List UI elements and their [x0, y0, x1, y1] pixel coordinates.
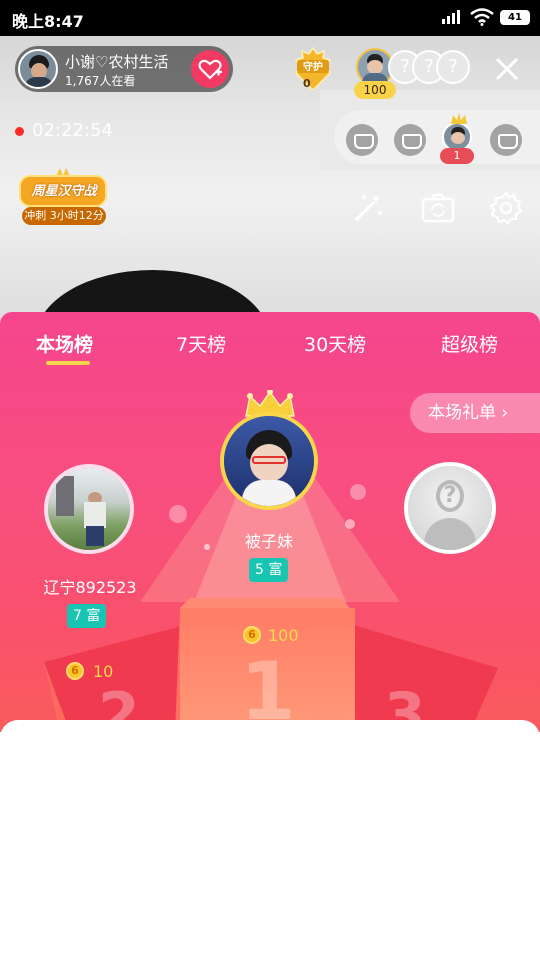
- rank-1-avatar[interactable]: [220, 412, 318, 510]
- weekly-title: 周星汉守战: [31, 184, 97, 199]
- close-icon: [495, 57, 519, 81]
- live-indicator-dot: [15, 127, 24, 136]
- guard-badge-icon[interactable]: 守护: [290, 46, 336, 92]
- battery-icon: 41: [500, 10, 530, 25]
- settings-gear-icon[interactable]: [488, 190, 524, 226]
- rank-1-coins: 100: [268, 626, 299, 645]
- host-card[interactable]: 小谢♡农村生活 1,767人在看: [15, 46, 233, 92]
- unknown-user-icon: ?: [436, 480, 464, 512]
- host-avatar[interactable]: [18, 49, 58, 89]
- follow-button[interactable]: [191, 50, 229, 88]
- tab-7-days[interactable]: 7天榜: [176, 330, 226, 357]
- sofa-seat-icon[interactable]: [490, 124, 522, 156]
- status-time: 晚上8:47: [12, 12, 84, 31]
- rank-1-rich-badge: 5 富: [249, 558, 289, 582]
- rank-3-avatar[interactable]: ?: [404, 462, 496, 554]
- coin-icon: 6: [66, 662, 84, 680]
- gift-list-button[interactable]: 本场礼单 ›: [410, 393, 540, 433]
- status-bar: 晚上8:47 41: [0, 0, 540, 36]
- rank-2-name: 辽宁892523: [43, 578, 137, 597]
- close-button[interactable]: [490, 52, 524, 86]
- rank-2-rich-badge: 7 富: [67, 604, 107, 628]
- bottom-sheet: [0, 720, 540, 960]
- weekly-countdown: 冲刺 3小时12分: [22, 207, 106, 225]
- camera-flip-icon[interactable]: [420, 190, 456, 226]
- sofa-seat-icon[interactable]: [394, 124, 426, 156]
- live-timer: 02:22:54: [32, 120, 113, 141]
- guard-count: 0: [303, 77, 311, 90]
- tab-super[interactable]: 超级榜: [441, 330, 498, 357]
- rank-2-coins: 10: [93, 662, 114, 681]
- crown-icon: [451, 113, 467, 124]
- coin-icon: 6: [243, 626, 261, 644]
- seat-count-badge: 1: [440, 148, 474, 164]
- signal-icon: [442, 0, 464, 36]
- host-name: 小谢♡农村生活: [65, 53, 169, 71]
- tab-current-session[interactable]: 本场榜: [36, 330, 93, 357]
- empty-viewer-slot-icon[interactable]: ?: [436, 50, 470, 84]
- rank-1-name: 被子妹: [244, 532, 293, 551]
- viewer-count: 1,767人在看: [65, 74, 136, 88]
- magic-wand-icon[interactable]: [350, 190, 386, 226]
- rank-2-avatar[interactable]: [44, 464, 134, 554]
- heart-plus-icon: [198, 59, 222, 80]
- active-tab-indicator: [46, 361, 90, 365]
- wifi-icon: [470, 8, 494, 26]
- guard-label: 守护: [303, 60, 323, 73]
- sofa-seat-icon[interactable]: [346, 124, 378, 156]
- top-viewer-score: 100: [354, 81, 396, 99]
- tab-30-days[interactable]: 30天榜: [304, 330, 366, 357]
